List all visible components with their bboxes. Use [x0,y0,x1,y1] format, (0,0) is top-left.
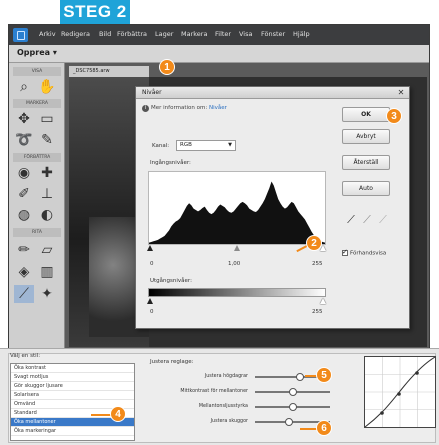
list-item[interactable]: Öka kontrast [11,364,134,373]
histogram-graph [149,181,325,244]
tool-section-enhance: FÖRBÄTTRA [13,153,61,162]
options-bar: Opprea ▾ [9,45,429,63]
slider-knob-midtone-contrast[interactable] [288,388,297,396]
document-tab[interactable]: _DSC7585.arw [69,66,149,77]
paint-bucket-tool-icon[interactable]: ◈ [14,263,34,281]
slider-label-midtone-contrast: Mittkontrast för mellantoner [180,389,248,394]
menu-view[interactable]: Visa [239,30,252,38]
callout-5: 5 [316,367,332,383]
smart-brush-tool-icon[interactable]: ✐ [14,185,34,203]
menu-window[interactable]: Fönster [261,30,285,38]
menu-layer[interactable]: Lager [155,30,173,38]
output-black-value[interactable]: 0 [150,309,154,315]
custom-shape-tool-icon[interactable]: ✦ [37,285,57,303]
quick-select-tool-icon[interactable]: ✎ [37,131,57,149]
app-logo-icon [13,28,28,42]
channel-select[interactable]: RGB ▼ [176,140,236,151]
levels-dialog: Nivåer ✕ i Mer information om: Nivåer Kan… [135,86,410,329]
reset-button[interactable]: Återställ [342,155,390,170]
auto-button[interactable]: Auto [342,181,390,196]
brush-tool-icon[interactable]: ✏ [14,241,34,259]
input-gamma-value[interactable]: 1,00 [228,261,240,267]
callout-6: 6 [316,420,332,436]
output-white-handle[interactable] [320,298,326,304]
clone-stamp-tool-icon[interactable]: ⊥ [37,185,57,203]
preview-checkbox-box[interactable] [342,248,348,256]
spot-healing-tool-icon[interactable]: ✚ [37,164,57,182]
output-black-handle[interactable] [147,298,153,304]
chevron-down-icon: ▼ [228,142,232,148]
tool-section-select: MARKERA [13,99,61,108]
blur-tool-icon[interactable]: ◍ [14,206,34,224]
input-black-value[interactable]: 0 [150,261,154,267]
choose-style-label: Välj en stil: [10,353,41,359]
output-levels-label: Utgångsnivåer: [150,278,192,284]
dialog-title: Nivåer [136,87,409,99]
gray-eyedropper-icon[interactable]: ⟋ [360,213,374,227]
slider-label-midtone-brightness: Mellantonsljusstyrka [198,404,248,409]
midtone-handle[interactable] [234,245,240,251]
menu-image[interactable]: Bild [99,30,111,38]
callout-3: 3 [386,108,402,124]
eraser-tool-icon[interactable]: ▱ [37,241,57,259]
output-white-value[interactable]: 255 [312,309,323,315]
list-item[interactable]: Öka markeringar [11,427,134,436]
list-item[interactable]: Gör skuggor ljusare [11,382,134,391]
histogram [148,171,326,245]
adjust-sliders-label: Justera reglage: [150,359,194,365]
slider-label-highlights: Justera högdagrar [204,374,248,379]
eyedropper-tool-icon[interactable]: ⟋ [14,285,34,303]
close-icon[interactable]: ✕ [396,88,406,98]
lasso-tool-icon[interactable]: ➰ [14,131,34,149]
preview-checkbox[interactable]: Förhandsvisa [342,248,386,257]
hand-tool-icon[interactable]: ✋ [37,78,57,96]
info-line: i Mer information om: Nivåer [142,105,227,112]
callout-2: 2 [306,235,322,251]
info-icon: i [142,105,149,112]
input-white-value[interactable]: 255 [312,261,323,267]
input-levels-label: Ingångsnivåer: [150,160,191,166]
tool-panel: VISA ⌕ ✋ MARKERA ✥ ▭ ➰ ✎ FÖRBÄTTRA ◉ ✚ ✐… [9,63,65,349]
white-eyedropper-icon[interactable]: ⟋ [376,213,390,227]
curve-graph [364,356,436,428]
move-tool-icon[interactable]: ✥ [14,110,34,128]
list-item[interactable]: Solarisera [11,391,134,400]
zoom-tool-icon[interactable]: ⌕ [14,78,34,96]
curve-svg [364,356,436,428]
menu-select[interactable]: Markera [181,30,207,38]
style-list[interactable]: Öka kontrast Svagt motljus Gör skuggor l… [10,363,135,441]
menu-file[interactable]: Arkiv [39,30,56,38]
slider-knob-shadows[interactable] [284,418,293,426]
ok-button[interactable]: OK [342,107,390,122]
menu-help[interactable]: Hjälp [293,30,310,38]
menu-filter[interactable]: Filter [215,30,231,38]
black-eyedropper-icon[interactable]: ⟋ [344,213,358,227]
black-point-handle[interactable] [147,245,153,251]
slider-label-shadows: Justera skuggor [210,419,248,424]
tool-section-draw: RITA [13,228,61,237]
cancel-button[interactable]: Avbryt [342,129,390,144]
mode-select[interactable]: Opprea ▾ [17,48,57,57]
marquee-tool-icon[interactable]: ▭ [37,110,57,128]
slider-knob-highlights[interactable] [296,373,304,381]
output-gradient [148,288,326,297]
step-banner: STEG 2 [60,0,130,24]
list-item[interactable]: Svagt motljus [11,373,134,382]
red-eye-tool-icon[interactable]: ◉ [14,164,34,182]
callout-4: 4 [110,406,126,422]
slider-knob-midtone-brightness[interactable] [288,403,297,411]
gradient-tool-icon[interactable]: ▥ [37,263,57,281]
menu-enhance[interactable]: Förbättra [117,30,147,38]
sponge-tool-icon[interactable]: ◐ [37,206,57,224]
menubar: Arkiv Redigera Bild Förbättra Lager Mark… [9,25,429,45]
callout-1: 1 [159,59,175,75]
histogram-area [149,181,325,244]
menu-edit[interactable]: Redigera [61,30,90,38]
info-link[interactable]: Nivåer [209,105,227,111]
channel-label: Kanal: [152,143,170,149]
tool-section-view: VISA [13,67,61,76]
